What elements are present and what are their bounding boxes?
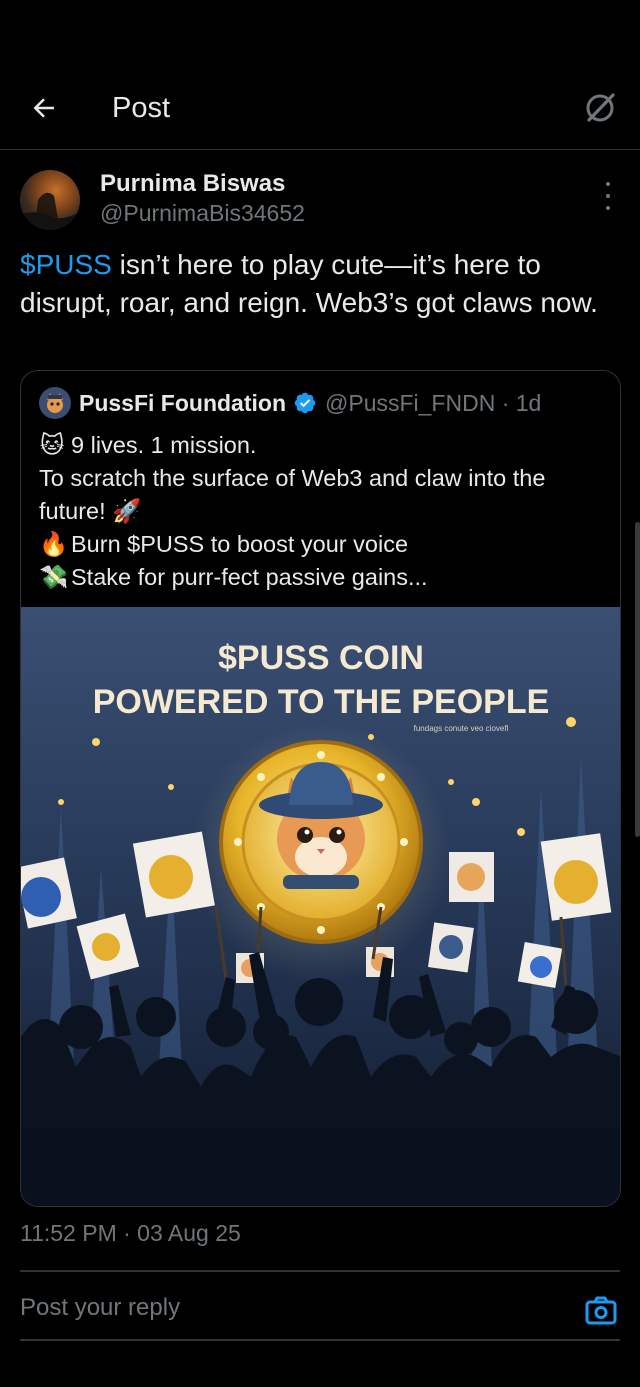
quote-handle-time: @PussFi_FNDN · 1d [325, 389, 542, 416]
rocket-icon: 🚀 [112, 498, 142, 524]
page-title: Post [112, 92, 171, 124]
image-title-line-1: $PUSS COIN [218, 639, 424, 677]
grok-button[interactable] [580, 88, 620, 128]
divider [20, 1270, 620, 1272]
cat-face-icon: 🐱 [39, 432, 65, 458]
avatar[interactable] [20, 170, 80, 230]
scrollbar[interactable] [635, 522, 640, 837]
quote-avatar [39, 387, 71, 419]
post-text: $PUSS isn’t here to play cute—it’s here … [20, 246, 620, 322]
fire-icon: 🔥 [39, 531, 69, 557]
quote-text: 🐱 9 lives. 1 mission. To scratch the surf… [39, 429, 609, 594]
camera-icon [585, 1296, 617, 1325]
camera-button[interactable] [584, 1293, 618, 1327]
arrow-left-icon [33, 98, 54, 118]
post-timestamp: 11:52 PM · 03 Aug 25 [20, 1220, 241, 1246]
quote-line-3: 🔥 Burn $PUSS to boost your voice [39, 528, 609, 561]
divider [20, 1339, 620, 1341]
verified-badge-icon [294, 392, 316, 414]
money-wings-icon: 💸 [39, 564, 69, 590]
reply-input[interactable]: Post your reply [20, 1294, 180, 1322]
image-title-line-2: POWERED TO THE PEOPLE [93, 683, 550, 721]
quote-header: PussFi Foundation @PussFi_FNDN · 1d [39, 387, 541, 419]
quote-author-name[interactable]: PussFi Foundation [79, 390, 286, 417]
image-small-caption: fundags conute veo ciovefl [414, 724, 509, 733]
top-bar: Post [0, 70, 640, 150]
post-author: Purnima Biswas @PurnimaBis34652 [20, 168, 620, 234]
quote-line-4: 💸 Stake for purr-fect passive gains... [39, 561, 609, 594]
quote-line-1: 🐱 9 lives. 1 mission. [39, 429, 609, 462]
quoted-post[interactable]: PussFi Foundation @PussFi_FNDN · 1d 🐱 9 l… [20, 370, 621, 1207]
quote-media-image[interactable]: $PUSS COIN POWERED TO THE PEOPLE fundags… [21, 607, 620, 1206]
more-vertical-icon[interactable] [602, 182, 614, 210]
author-handle[interactable]: @PurnimaBis34652 [100, 200, 305, 227]
quote-line-2: To scratch the surface of Web3 and claw … [39, 465, 546, 524]
grok-icon [586, 93, 615, 122]
author-name[interactable]: Purnima Biswas [100, 170, 285, 198]
back-button[interactable] [26, 90, 62, 126]
cashtag-link[interactable]: $PUSS [20, 249, 112, 280]
